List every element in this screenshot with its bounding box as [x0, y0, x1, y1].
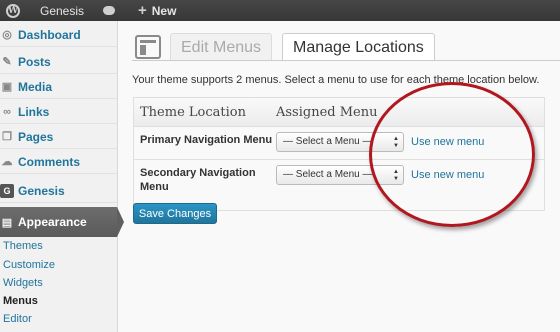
- tab-manage-locations[interactable]: Manage Locations: [282, 33, 435, 61]
- new-label: New: [151, 3, 177, 18]
- sidebar-item-pages[interactable]: ❐ Pages: [0, 125, 117, 149]
- table-row: Primary Navigation Menu — Select a Menu …: [134, 127, 544, 160]
- sidebar-item-posts[interactable]: ✎ Posts: [0, 50, 117, 74]
- appearance-icon: ▤: [1, 216, 13, 229]
- submenu-item-themes[interactable]: Themes: [3, 240, 43, 252]
- menu-locations-table: Theme Location Assigned Menu Primary Nav…: [133, 97, 545, 211]
- select-value: — Select a Menu —: [283, 136, 373, 147]
- location-label-secondary: Secondary Navigation Menu: [140, 167, 256, 193]
- select-arrows-icon: ▲ ▼: [393, 136, 399, 149]
- pages-icon: ❐: [2, 131, 12, 143]
- posts-icon: ✎: [2, 56, 12, 68]
- wordpress-logo-icon[interactable]: W: [2, 0, 24, 21]
- header-theme-location: Theme Location: [140, 105, 246, 120]
- select-arrows-icon: ▲ ▼: [393, 169, 399, 182]
- select-value: — Select a Menu —: [283, 169, 373, 180]
- use-new-menu-link-primary[interactable]: Use new menu: [411, 136, 484, 148]
- submenu-item-widgets[interactable]: Widgets: [3, 277, 43, 289]
- tab-edit-menus[interactable]: Edit Menus: [170, 33, 273, 61]
- sidebar-item-label: Media: [18, 79, 53, 94]
- use-new-menu-link-secondary[interactable]: Use new menu: [411, 169, 484, 181]
- comments-bubble-icon[interactable]: [103, 0, 115, 21]
- plus-icon: +: [138, 1, 147, 19]
- submenu-item-customize[interactable]: Customize: [3, 259, 55, 271]
- sidebar-item-links[interactable]: ∞ Links: [0, 100, 117, 124]
- submenu-item-editor[interactable]: Editor: [3, 313, 32, 325]
- sidebar-item-label: Pages: [18, 129, 54, 144]
- genesis-icon: G: [0, 183, 14, 198]
- sidebar-item-dashboard[interactable]: ◎ Dashboard: [0, 23, 117, 47]
- site-name-link[interactable]: Genesis: [40, 0, 84, 21]
- submenu-item-menus[interactable]: Menus: [3, 295, 38, 307]
- sidebar-item-genesis[interactable]: G Genesis: [0, 179, 117, 203]
- location-label-primary: Primary Navigation Menu: [140, 134, 273, 146]
- sidebar-item-label: Appearance: [18, 215, 87, 229]
- save-changes-button[interactable]: Save Changes: [133, 203, 217, 224]
- primary-menu-select[interactable]: — Select a Menu — ▲ ▼: [276, 132, 404, 152]
- sidebar-item-comments[interactable]: ☁ Comments: [0, 150, 117, 174]
- dashboard-icon: ◎: [2, 29, 12, 41]
- sidebar-item-label: Comments: [18, 154, 81, 169]
- secondary-menu-select[interactable]: — Select a Menu — ▲ ▼: [276, 165, 404, 185]
- sidebar-item-label: Genesis: [18, 183, 65, 198]
- intro-text: Your theme supports 2 menus. Select a me…: [132, 74, 540, 86]
- media-icon: ▣: [1, 81, 13, 93]
- admin-sidebar: ◎ Dashboard ✎ Posts ▣ Media ∞ Links ❐ Pa…: [0, 21, 124, 332]
- main-content: Edit Menus Manage Locations Your theme s…: [118, 21, 560, 332]
- sidebar-item-appearance[interactable]: ▤ Appearance: [0, 207, 117, 237]
- sidebar-item-label: Posts: [18, 54, 51, 69]
- menus-screen-icon: [135, 35, 161, 59]
- new-content-button[interactable]: + New: [138, 0, 176, 21]
- sidebar-item-label: Dashboard: [18, 27, 81, 42]
- links-icon: ∞: [3, 105, 11, 118]
- tabs-divider: [132, 60, 560, 61]
- header-assigned-menu: Assigned Menu: [276, 105, 378, 120]
- comments-icon: ☁: [1, 156, 13, 168]
- admin-bar: W Genesis + New: [0, 0, 560, 21]
- sidebar-item-label: Links: [18, 104, 50, 119]
- sidebar-item-media[interactable]: ▣ Media: [0, 75, 117, 99]
